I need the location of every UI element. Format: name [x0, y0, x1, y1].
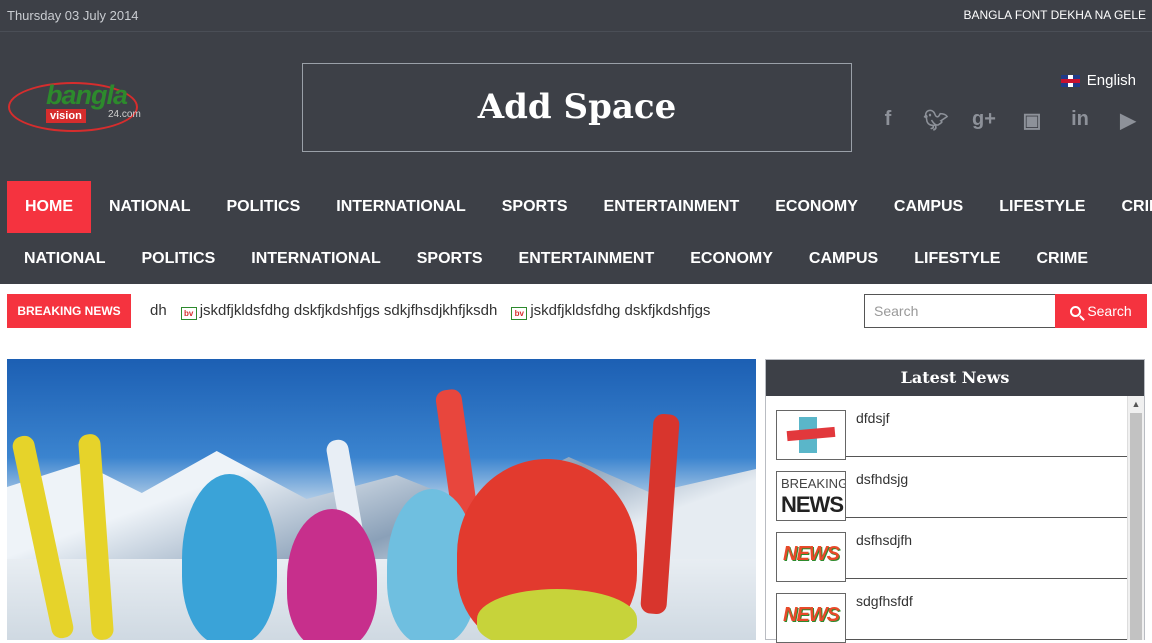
nav-economy[interactable]: ECONOMY [757, 181, 876, 233]
nav-lifestyle[interactable]: LIFESTYLE [981, 181, 1103, 233]
social-links: f 🐦︎ g+ ▣ in ▶ [864, 108, 1152, 133]
scroll-up-icon[interactable]: ▲ [1128, 396, 1144, 413]
nav2-economy[interactable]: ECONOMY [672, 233, 791, 284]
nav-sports[interactable]: SPORTS [484, 181, 586, 233]
current-date: Thursday 03 July 2014 [7, 8, 139, 23]
google-plus-icon[interactable]: g+ [960, 108, 1008, 133]
news-thumbnail[interactable]: NEWS [776, 532, 846, 582]
news-thumbnail[interactable] [776, 410, 846, 460]
nav-international[interactable]: INTERNATIONAL [318, 181, 483, 233]
youtube-icon[interactable]: ▶ [1104, 108, 1152, 133]
mountain-backdrop [7, 451, 756, 559]
scroll-thumb[interactable] [1130, 413, 1142, 640]
list-item[interactable]: NEWS dsfhsdjfh [776, 518, 1128, 582]
bv-bullet-icon: bv [511, 307, 528, 320]
nav-national[interactable]: NATIONAL [91, 181, 208, 233]
linkedin-icon[interactable]: in [1056, 108, 1104, 133]
latest-news-panel: Latest News dfdsjf BREAKING NEWS dsfhdsj… [765, 359, 1145, 643]
nav-politics[interactable]: POLITICS [208, 181, 318, 233]
site-logo[interactable]: bangla vision 24.com [8, 80, 154, 140]
secondary-nav: NATIONAL POLITICS INTERNATIONAL SPORTS E… [0, 233, 1152, 284]
language-switch[interactable]: English [1060, 72, 1136, 89]
bv-bullet-icon: bv [180, 307, 197, 320]
list-item[interactable]: BREAKING NEWS dsfhdsjg [776, 457, 1128, 521]
latest-news-heading: Latest News [766, 360, 1144, 396]
news-title[interactable]: sdgfhsfdf [856, 593, 913, 639]
logo-vision: vision [46, 109, 86, 123]
nav2-crime[interactable]: CRIME [1018, 233, 1106, 284]
logo-word: bangla [46, 80, 128, 110]
search-icon [1070, 305, 1082, 317]
news-thumbnail[interactable]: NEWS [776, 593, 846, 643]
uk-flag-icon [1060, 74, 1080, 87]
nav-home[interactable]: HOME [7, 181, 91, 233]
search-button-label: Search [1087, 303, 1132, 319]
logo-domain: 24.com [108, 109, 141, 120]
nav2-campus[interactable]: CAMPUS [791, 233, 896, 284]
ad-banner[interactable]: Add Space [302, 63, 852, 152]
bangla-font-link[interactable]: BANGLA FONT DEKHA NA GELE [963, 8, 1146, 22]
ticker-item[interactable]: jskdfjkldsfdhg dskfjkdshfjgs sdkjfhsdjkh… [200, 302, 498, 319]
person-left [182, 474, 277, 640]
primary-nav: HOME NATIONAL POLITICS INTERNATIONAL SPO… [0, 181, 1152, 233]
news-thumbnail[interactable]: BREAKING NEWS [776, 471, 846, 521]
news-title[interactable]: dfdsjf [856, 410, 889, 456]
news-title[interactable]: dsfhsdjfh [856, 532, 912, 578]
nav-campus[interactable]: CAMPUS [876, 181, 981, 233]
top-bar: Thursday 03 July 2014 BANGLA FONT DEKHA … [0, 0, 1152, 32]
nav2-international[interactable]: INTERNATIONAL [233, 233, 398, 284]
nav2-lifestyle[interactable]: LIFESTYLE [896, 233, 1018, 284]
list-item[interactable]: dfdsjf [776, 396, 1128, 460]
thumb-text: NEWS [783, 604, 840, 626]
list-item[interactable]: NEWS sdgfhsfdf [776, 579, 1128, 643]
thumb-text: BREAKING [781, 476, 846, 491]
pants-yellow [477, 589, 637, 640]
ticker-item[interactable]: jskdfjkldsfdhg dskfjkdshfjgs [530, 302, 710, 319]
search-input[interactable]: Search [864, 294, 1056, 328]
news-scrollbar[interactable]: ▲ [1127, 396, 1144, 640]
site-header: bangla vision 24.com Add Space English f… [0, 32, 1152, 181]
news-ticker[interactable]: dh bv jskdfjkldsfdhg dskfjkdshfjgs sdkjfhs… [150, 302, 756, 324]
nav-crime[interactable]: CRIME [1103, 181, 1152, 233]
thumb-text: NEWS [783, 543, 840, 565]
nav2-entertainment[interactable]: ENTERTAINMENT [501, 233, 673, 284]
language-label: English [1086, 72, 1136, 89]
thumb-text: NEWS [781, 492, 844, 517]
latest-news-list: dfdsjf BREAKING NEWS dsfhdsjg NEWS dsfhs… [766, 396, 1128, 643]
nav2-national[interactable]: NATIONAL [0, 233, 123, 284]
search-button[interactable]: Search [1055, 294, 1147, 328]
nav2-sports[interactable]: SPORTS [399, 233, 501, 284]
person-mid-left [287, 509, 377, 640]
nav2-politics[interactable]: POLITICS [123, 233, 233, 284]
news-title[interactable]: dsfhdsjg [856, 471, 908, 517]
facebook-icon[interactable]: f [864, 108, 912, 133]
instagram-icon[interactable]: ▣ [1008, 108, 1056, 133]
nav-entertainment[interactable]: ENTERTAINMENT [586, 181, 758, 233]
twitter-icon[interactable]: 🐦︎ [912, 108, 960, 133]
breaking-news-badge: BREAKING NEWS [7, 294, 131, 328]
featured-image[interactable] [7, 359, 756, 640]
ticker-item[interactable]: dh [150, 302, 167, 319]
